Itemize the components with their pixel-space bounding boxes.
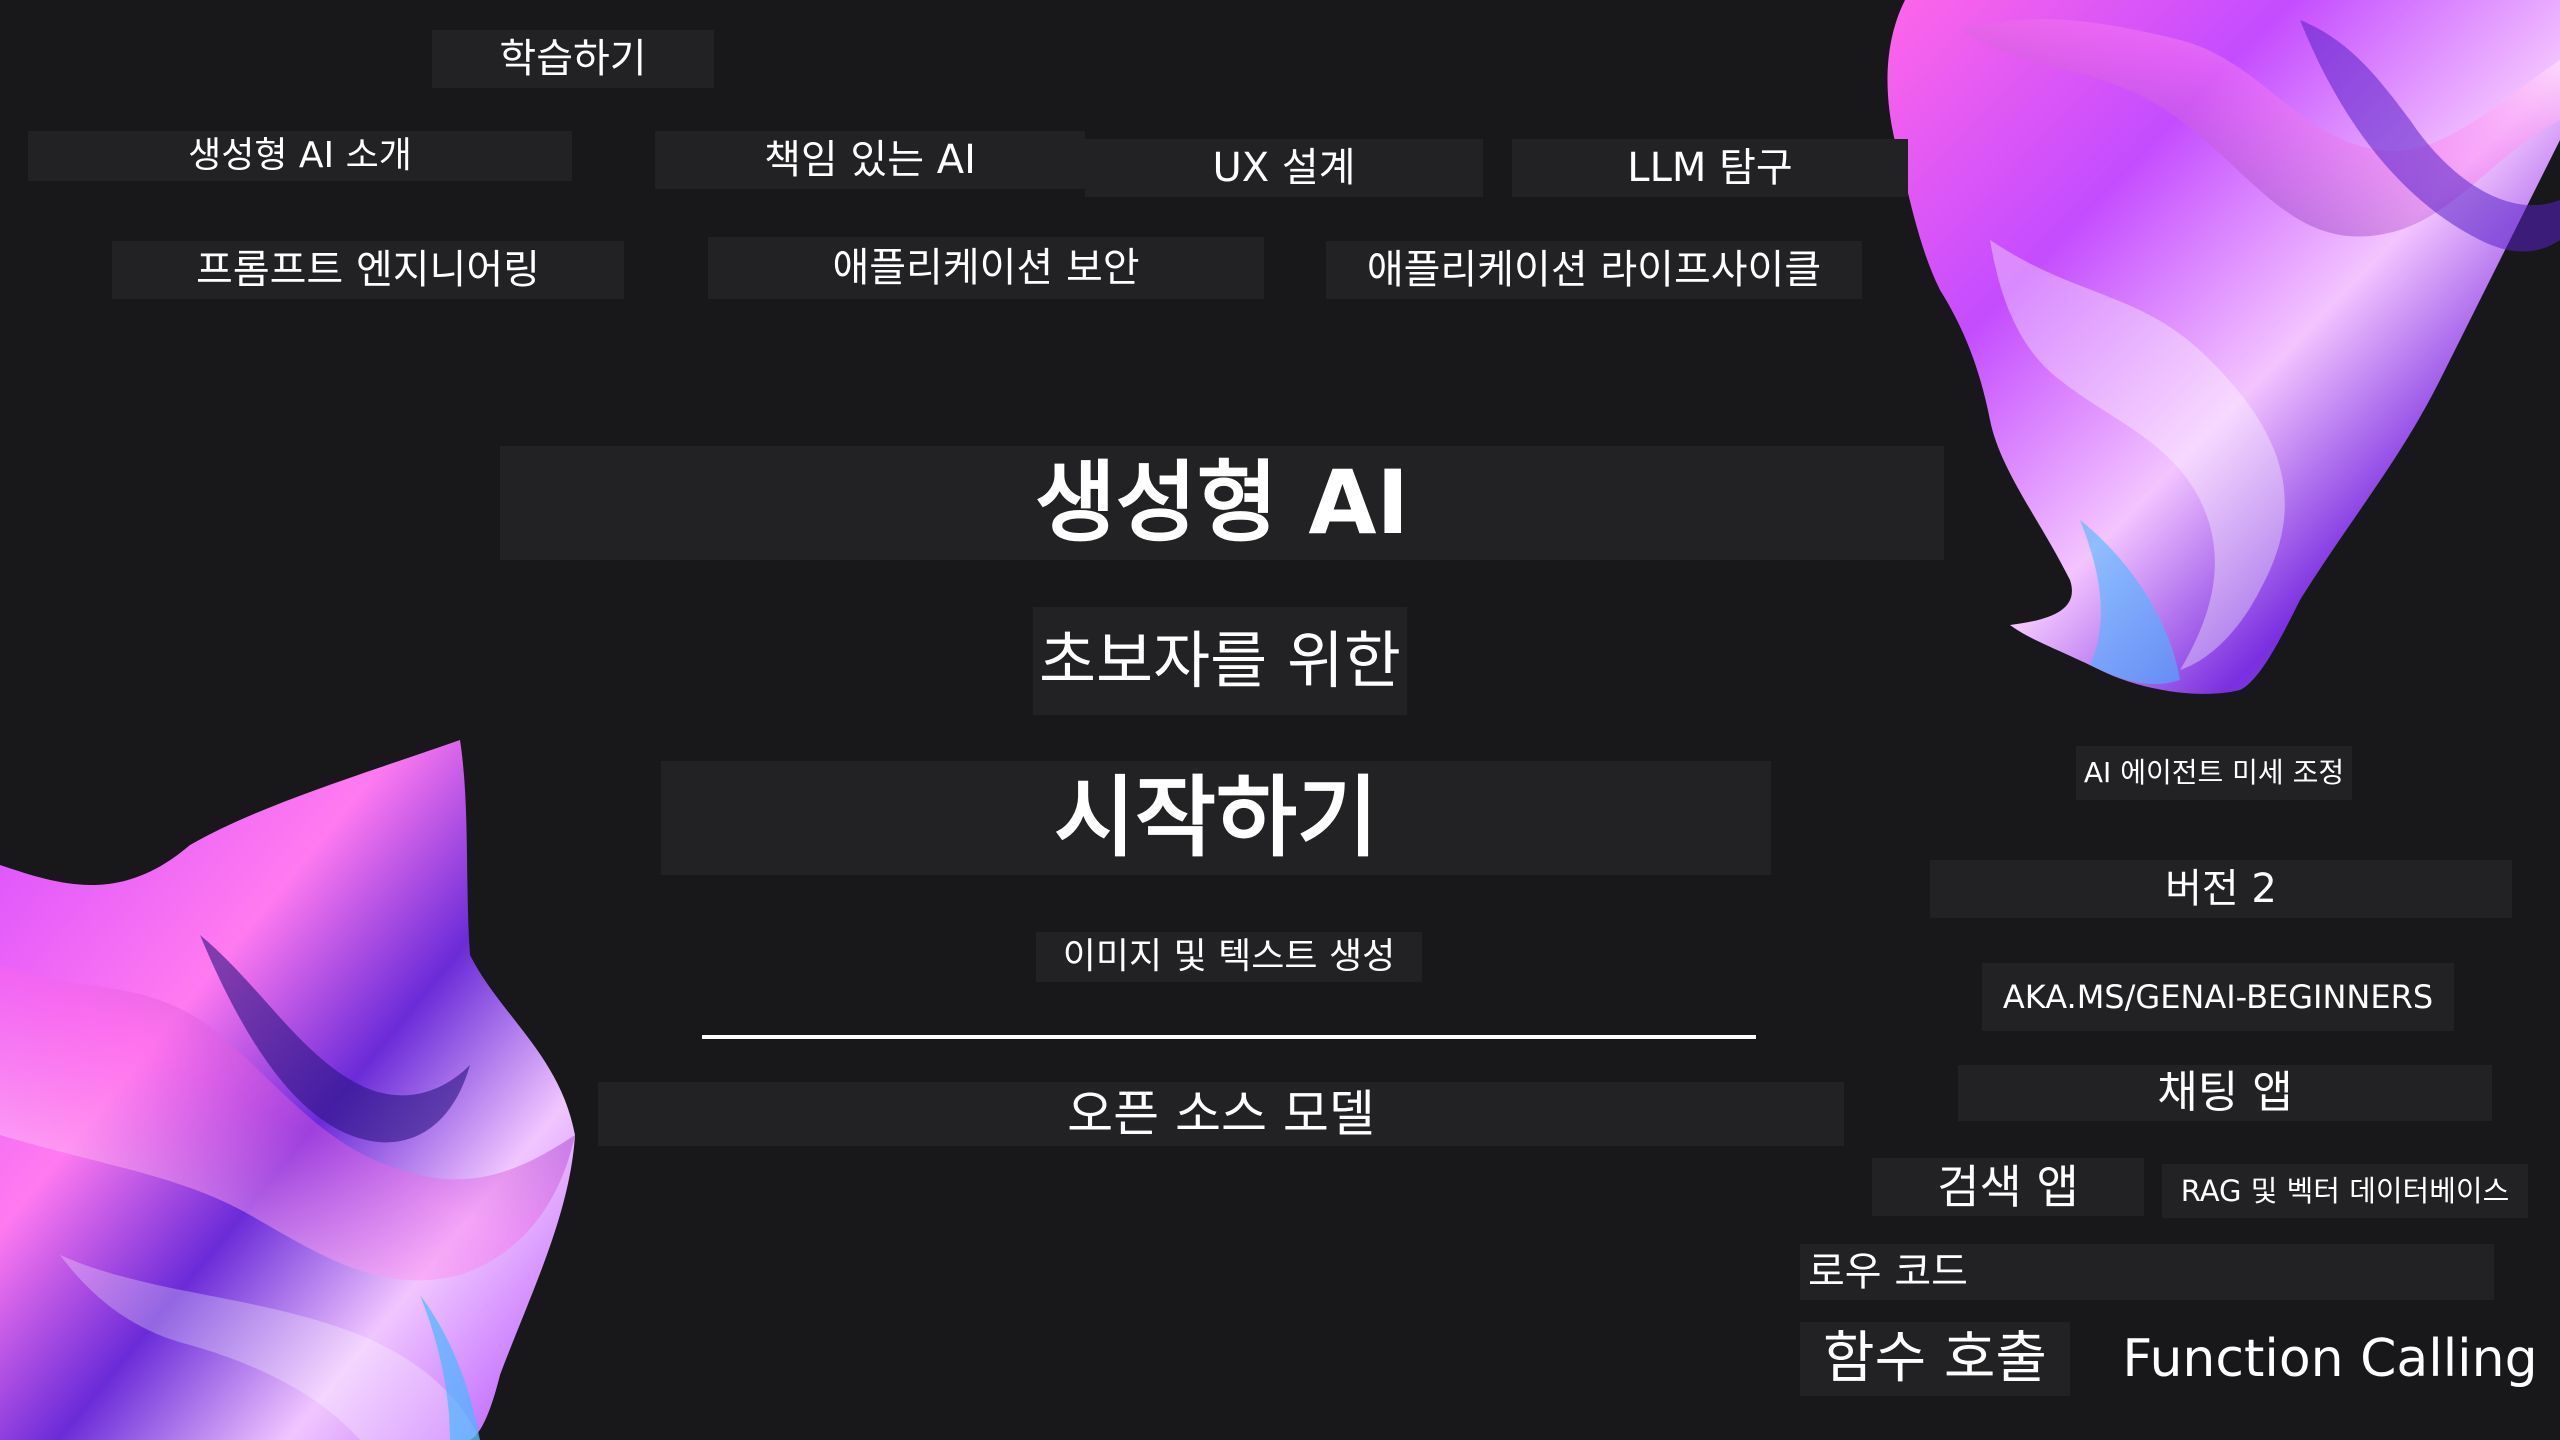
abstract-fabric-top-right-icon [1887, 0, 2560, 694]
topic-function-calling-ko[interactable]: 함수 호출 [1800, 1322, 2070, 1396]
abstract-fabric-bottom-left-icon [0, 740, 575, 1440]
topic-intro-genai[interactable]: 생성형 AI 소개 [28, 131, 572, 181]
topic-low-code[interactable]: 로우 코드 [1800, 1244, 2494, 1300]
course-link[interactable]: AKA.MS/GENAI-BEGINNERS [1982, 963, 2454, 1031]
topic-chat-app[interactable]: 채팅 앱 [1958, 1065, 2492, 1121]
hero-title: 생성형 AI [500, 446, 1944, 560]
topic-ux-design[interactable]: UX 설계 [1085, 139, 1483, 197]
topic-app-security[interactable]: 애플리케이션 보안 [708, 237, 1264, 299]
version-badge: 버전 2 [1930, 860, 2512, 918]
topic-search-app[interactable]: 검색 앱 [1872, 1158, 2144, 1216]
hero-subtitle: 초보자를 위한 [1033, 607, 1407, 715]
learn-title: 학습하기 [432, 30, 714, 88]
topic-prompt-engineering[interactable]: 프롬프트 엔지니어링 [112, 241, 624, 299]
hero-headline: 시작하기 [661, 761, 1771, 875]
topic-open-source-models[interactable]: 오픈 소스 모델 [598, 1082, 1844, 1146]
hero-tagline: 이미지 및 텍스트 생성 [1036, 932, 1422, 982]
topic-fine-tuning[interactable]: AI 에이전트 미세 조정 [2076, 746, 2352, 800]
topic-function-calling-en[interactable]: Function Calling [2120, 1322, 2540, 1396]
hero-divider [702, 1035, 1756, 1039]
poster-canvas: 학습하기 생성형 AI 소개 책임 있는 AI UX 설계 LLM 탐구 프롬프… [0, 0, 2560, 1440]
topic-responsible-ai[interactable]: 책임 있는 AI [655, 131, 1085, 189]
topic-llm-explore[interactable]: LLM 탐구 [1512, 139, 1908, 197]
topic-rag-vector-db[interactable]: RAG 및 벡터 데이터베이스 [2162, 1164, 2528, 1218]
topic-app-lifecycle[interactable]: 애플리케이션 라이프사이클 [1326, 241, 1862, 299]
